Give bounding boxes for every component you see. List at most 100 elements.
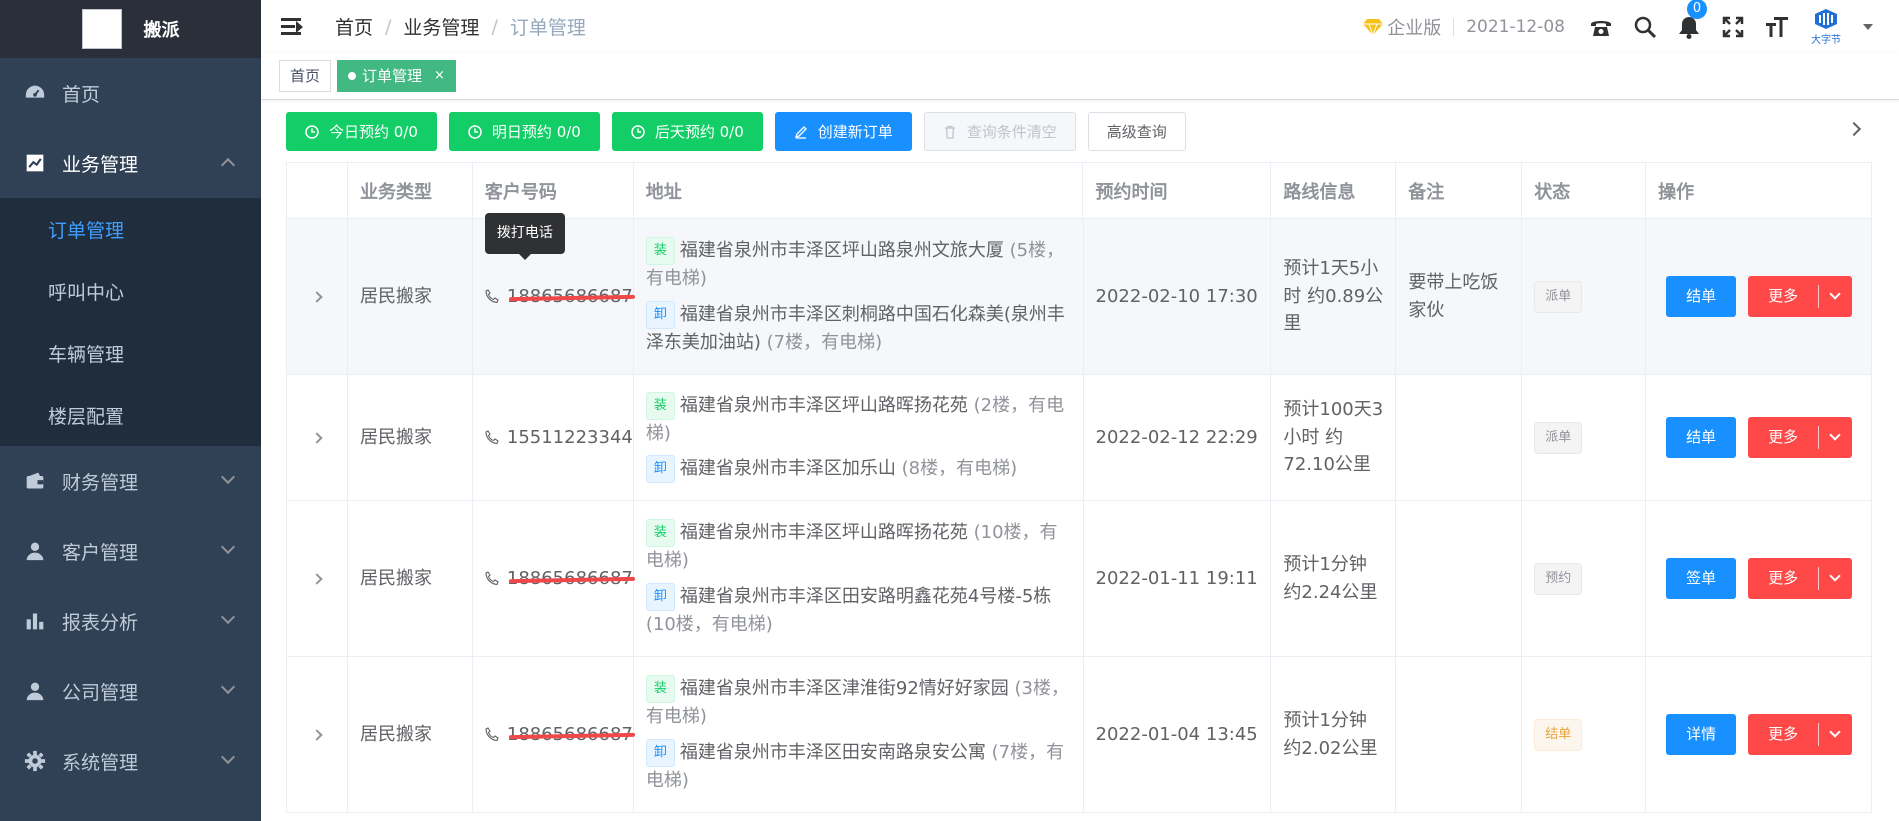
- actions-cell: 结单 更多: [1646, 375, 1873, 500]
- chart-icon: [22, 150, 48, 176]
- route-cell: 预计1天5小时 约0.89公里: [1271, 219, 1397, 374]
- route-cell: 预计1分钟 约2.02公里: [1271, 657, 1397, 812]
- create-order-button[interactable]: 创建新订单: [774, 112, 912, 151]
- sidebar-item-label: 车辆管理: [48, 343, 125, 366]
- more-button[interactable]: 更多: [1748, 714, 1853, 755]
- status-cell: 派单: [1522, 375, 1647, 500]
- tag-orders[interactable]: 订单管理 ×: [337, 60, 456, 92]
- sidebar-item-orders[interactable]: 订单管理: [0, 198, 261, 260]
- sidebar-item-label: 客户管理: [62, 541, 139, 564]
- fullscreen-icon[interactable]: [1719, 13, 1747, 41]
- breadcrumb: 首页 / 业务管理 / 订单管理: [335, 13, 586, 40]
- sidebar-item-label: 报表分析: [62, 611, 139, 634]
- chevron-down-icon: [220, 539, 236, 555]
- address-text: 福建省泉州市丰泽区田安路明鑫花苑4号楼-5栋: [679, 585, 1052, 607]
- time-cell: 2022-01-04 13:45: [1084, 657, 1272, 812]
- hamburger-icon[interactable]: [281, 17, 305, 37]
- chevron-right-icon[interactable]: [311, 290, 323, 303]
- sidebar-item-label: 系统管理: [62, 751, 139, 774]
- today-bookings-button[interactable]: 今日预约 0/0: [286, 112, 437, 151]
- breadcrumb-separator: /: [385, 15, 392, 38]
- phone-number: 18865686687: [507, 565, 633, 593]
- phone-link[interactable]: 拨打电话 18865686687: [484, 212, 633, 311]
- details-button[interactable]: 详情: [1666, 714, 1737, 755]
- tag-home[interactable]: 首页: [279, 60, 332, 92]
- button-label: 更多: [1768, 427, 1799, 446]
- chevron-down-icon: [220, 679, 236, 695]
- button-label: 明日预约 0/0: [491, 123, 581, 141]
- settle-button[interactable]: 结单: [1666, 417, 1737, 458]
- bell-icon[interactable]: 0: [1675, 0, 1707, 41]
- chevron-right-icon[interactable]: [311, 572, 323, 585]
- breadcrumb-item-business[interactable]: 业务管理: [403, 13, 479, 40]
- sidebar-item-call-center[interactable]: 呼叫中心: [0, 260, 261, 322]
- phone-cell: 15511223344: [473, 375, 634, 500]
- phone-link[interactable]: 18865686687: [485, 721, 633, 749]
- tomorrow-bookings-button[interactable]: 明日预约 0/0: [448, 112, 600, 151]
- dashboard-icon: [22, 80, 48, 106]
- more-button[interactable]: 更多: [1748, 417, 1853, 458]
- after-tomorrow-bookings-button[interactable]: 后天预约 0/0: [611, 112, 763, 151]
- breadcrumb-item-home[interactable]: 首页: [335, 13, 373, 40]
- sidebar-item-business[interactable]: 业务管理: [0, 128, 261, 198]
- chevron-down-icon[interactable]: [1829, 429, 1841, 441]
- address-text: 福建省泉州市丰泽区坪山路泉州文旅大厦: [679, 239, 1004, 261]
- table-row[interactable]: 居民搬家 18865686687 装福建省泉州市丰泽区坪山路晖扬花苑 (10楼，…: [287, 501, 1873, 657]
- chevron-down-icon: [220, 469, 236, 485]
- caret-down-icon[interactable]: [1863, 23, 1873, 30]
- row-actions: 结单 更多: [1658, 417, 1853, 458]
- more-button[interactable]: 更多: [1748, 558, 1853, 599]
- phone-link[interactable]: 15511223344: [485, 424, 633, 452]
- expand-cell[interactable]: [287, 375, 348, 500]
- search-icon[interactable]: [1631, 13, 1659, 41]
- avatar[interactable]: 大字节: [1811, 8, 1841, 46]
- split-divider: [1818, 285, 1820, 308]
- chevron-down-icon[interactable]: [1829, 726, 1841, 738]
- settle-button[interactable]: 结单: [1666, 276, 1737, 317]
- type-cell: 居民搬家: [348, 501, 473, 656]
- table-row[interactable]: 居民搬家 15511223344 装福建省泉州市丰泽区坪山路晖扬花苑 (2楼，有…: [287, 375, 1873, 501]
- address-cell: 装福建省泉州市丰泽区坪山路晖扬花苑 (2楼，有电梯) 卸福建省泉州市丰泽区加乐山…: [634, 375, 1084, 500]
- sign-button[interactable]: 签单: [1666, 558, 1737, 599]
- chevron-down-icon[interactable]: [1829, 570, 1841, 582]
- unload-tag: 卸: [645, 455, 675, 484]
- phone-icon[interactable]: [1587, 13, 1615, 41]
- phone-link[interactable]: 18865686687: [485, 565, 633, 593]
- type-cell: 居民搬家: [348, 657, 473, 812]
- button-label: 创建新订单: [817, 123, 893, 141]
- column-header: 客户号码: [472, 163, 634, 218]
- chevron-right-icon[interactable]: [311, 431, 323, 444]
- clear-filters-button[interactable]: 查询条件清空: [923, 112, 1076, 151]
- address-text: 福建省泉州市丰泽区田安南路泉安公寓: [679, 741, 986, 763]
- sidebar-item-finance[interactable]: 财务管理: [0, 446, 261, 516]
- sidebar-item-system[interactable]: 系统管理: [0, 726, 261, 796]
- sidebar-item-label: 业务管理: [62, 153, 139, 176]
- advanced-search-button[interactable]: 高级查询: [1087, 112, 1186, 151]
- expand-cell[interactable]: [287, 657, 348, 812]
- more-button[interactable]: 更多: [1748, 276, 1853, 317]
- chevron-down-icon[interactable]: [1829, 288, 1841, 300]
- sidebar-item-customers[interactable]: 客户管理: [0, 516, 261, 586]
- expand-cell[interactable]: [287, 219, 348, 374]
- expand-cell[interactable]: [287, 501, 348, 656]
- row-actions: 详情 更多: [1658, 714, 1853, 755]
- floor-text: (8楼，有电梯): [901, 458, 1018, 480]
- sidebar-item-reports[interactable]: 报表分析: [0, 586, 261, 656]
- floor-text: (10楼，有电梯): [645, 613, 773, 635]
- type-cell: 居民搬家: [348, 375, 473, 500]
- note-cell: 要带上吃饭家伙: [1396, 219, 1523, 374]
- table-row[interactable]: 居民搬家 18865686687 装福建省泉州市丰泽区津淮街92情好好家园 (3…: [287, 657, 1873, 813]
- chevron-right-icon[interactable]: [1846, 121, 1862, 137]
- address-text: 福建省泉州市丰泽区坪山路晖扬花苑: [679, 394, 968, 416]
- toolbar: 今日预约 0/0 明日预约 0/0 后天预约 0/0 创建新订单 查询条件清空 …: [286, 112, 1879, 151]
- close-icon[interactable]: ×: [434, 61, 445, 91]
- sidebar-item-floors[interactable]: 楼层配置: [0, 384, 261, 446]
- sidebar-item-home[interactable]: 首页: [0, 58, 261, 128]
- sidebar-item-company[interactable]: 公司管理: [0, 656, 261, 726]
- unload-tag: 卸: [645, 738, 675, 767]
- font-size-icon[interactable]: [1763, 13, 1791, 41]
- chevron-right-icon[interactable]: [311, 728, 323, 741]
- table-row[interactable]: 居民搬家 拨打电话 18865686687 装福建省泉州市丰泽区坪山路泉州文旅大…: [287, 212, 1873, 375]
- sidebar-item-vehicles[interactable]: 车辆管理: [0, 322, 261, 384]
- diamond-icon: [1363, 18, 1384, 36]
